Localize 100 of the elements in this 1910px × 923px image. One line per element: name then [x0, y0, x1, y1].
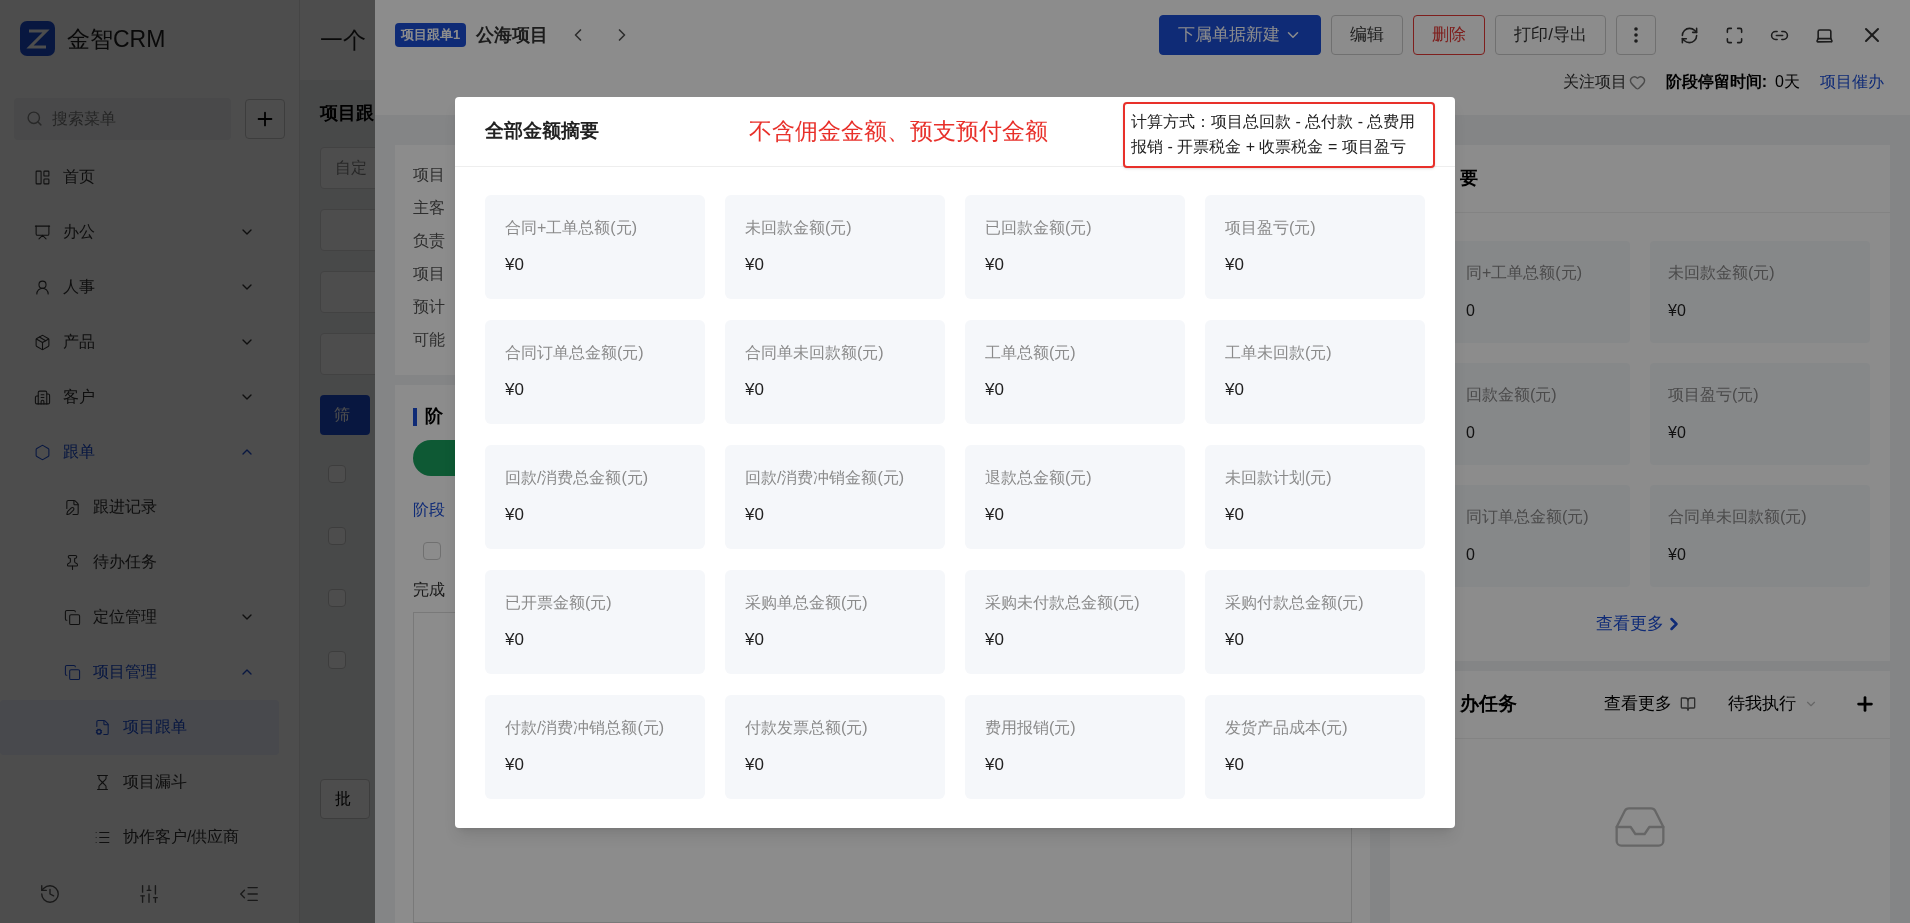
field-label: 主客 [413, 198, 445, 218]
amount-label: 同订单总金额(元) [1466, 507, 1590, 527]
action-button[interactable]: 打印/导出 [1495, 15, 1606, 55]
action-button[interactable]: 删除 [1413, 15, 1486, 55]
document-pen-icon [64, 498, 81, 516]
amount-label: 合同+工单总额(元) [505, 218, 638, 239]
building-icon [34, 388, 51, 406]
amount-value: ¥0 [745, 754, 765, 777]
field-label: 项目 [413, 264, 445, 284]
sidebar-item[interactable]: 办公 [0, 204, 279, 260]
amount-value: ¥0 [745, 254, 765, 277]
logo-text: 金智CRM [67, 24, 166, 54]
pin-icon [64, 553, 81, 571]
amount-value: ¥0 [1668, 301, 1687, 321]
sidebar-item[interactable]: 客户 [0, 369, 279, 425]
amount-label: 项目盈亏(元) [1225, 218, 1317, 239]
amount-value: ¥0 [1225, 254, 1245, 277]
more-icon [1634, 27, 1638, 43]
amount-label: 合同单未回款额(元) [745, 343, 885, 364]
sidebar-item[interactable]: 产品 [0, 314, 279, 370]
field-label: 项目 [413, 165, 445, 185]
dialog-title: 全部金额摘要 [485, 119, 599, 144]
amount-value: ¥0 [505, 504, 525, 527]
amount-value: ¥0 [985, 254, 1005, 277]
amount-value: 0 [1466, 301, 1476, 321]
amount-label: 回款/消费冲销金额(元) [745, 468, 906, 489]
action-button[interactable]: 编辑 [1331, 15, 1404, 55]
amount-label: 发货产品成本(元) [1225, 718, 1349, 739]
view-more-link[interactable]: 查看更多 [1596, 611, 1664, 637]
amount-value: ¥0 [745, 379, 765, 402]
follow-link[interactable]: 关注项目 [1562, 70, 1627, 94]
box-icon [34, 333, 51, 351]
amount-value: 0 [1466, 423, 1476, 443]
amount-label: 费用报销(元) [985, 718, 1077, 739]
fullscreen-icon[interactable] [1725, 25, 1744, 45]
stack-icon [64, 663, 81, 681]
task-filter[interactable]: 待我执行 [1728, 691, 1796, 717]
panel-icon [34, 168, 51, 186]
amount-label: 采购单总金额(元) [745, 593, 869, 614]
stay-time-label: 阶段停留时间: [1665, 72, 1768, 92]
formula-tooltip: 计算方式：项目总回款 - 总付款 - 总费用报销 - 开票税金 + 收票税金 = 项目盈亏 [1123, 102, 1435, 168]
hourglass-icon [94, 773, 111, 791]
book-icon [1680, 696, 1696, 712]
amount-value: ¥0 [985, 629, 1005, 652]
record-tag: 项目跟单1 [395, 23, 467, 47]
amount-label: 回款/消费总金额(元) [505, 468, 650, 489]
stage-heading: 阶 [425, 405, 443, 428]
amount-value: ¥0 [1668, 545, 1687, 565]
amount-value: 0 [1466, 545, 1476, 565]
amount-label: 已开票金额(元) [505, 593, 613, 614]
amount-label: 回款金额(元) [1466, 385, 1558, 405]
person-icon [34, 278, 51, 296]
amount-value: ¥0 [1668, 423, 1687, 443]
field-label: 预计 [413, 297, 445, 317]
amount-label: 同+工单总额(元) [1466, 263, 1583, 283]
add-task-icon[interactable] [1854, 693, 1876, 715]
amount-value: ¥0 [505, 254, 525, 277]
amount-value: ¥0 [505, 754, 525, 777]
sidebar-item[interactable]: 首页 [0, 149, 279, 205]
sidebar-item[interactable]: 协作客户/供应商 [0, 809, 279, 865]
sidebar-item[interactable]: 跟进记录 [0, 479, 279, 535]
amount-label: 未回款金额(元) [1668, 263, 1776, 283]
amount-value: ¥0 [1225, 629, 1245, 652]
sidebar-item[interactable]: 定位管理 [0, 589, 279, 645]
add-button[interactable] [245, 98, 285, 139]
stay-time-value: 0天 [1775, 72, 1800, 92]
amount-label: 合同单未回款额(元) [1668, 507, 1808, 527]
more-button[interactable] [1616, 15, 1656, 55]
amount-value: ¥0 [1225, 504, 1245, 527]
history-icon[interactable] [38, 882, 61, 905]
amount-value: ¥0 [745, 629, 765, 652]
page-subtitle: 项目跟 [320, 102, 374, 125]
amount-value: ¥0 [985, 754, 1005, 777]
view-more-link[interactable]: 查看更多 [1604, 691, 1672, 717]
amount-value: ¥0 [745, 504, 765, 527]
batch-button[interactable]: 批 [320, 779, 370, 819]
sidebar-item[interactable]: 跟单 [0, 424, 279, 480]
amount-label: 工单总额(元) [985, 343, 1077, 364]
field-label: 可能 [413, 330, 445, 350]
amount-label: 付款发票总额(元) [745, 718, 869, 739]
stack-icon [64, 608, 81, 626]
amount-value: ¥0 [505, 629, 525, 652]
checkbox[interactable] [423, 542, 441, 560]
filter-button[interactable]: 筛 [320, 395, 370, 435]
field-label: 负责 [413, 231, 445, 251]
sidebar-item[interactable]: 待办任务 [0, 534, 279, 590]
urge-link[interactable]: 项目催办 [1820, 70, 1884, 94]
sidebar-item[interactable]: 人事 [0, 259, 279, 315]
sliders-icon[interactable] [138, 882, 161, 905]
action-button[interactable]: 下属单据新建 [1159, 15, 1322, 55]
refresh-icon[interactable] [1680, 25, 1699, 45]
amount-value: ¥0 [505, 379, 525, 402]
amount-label: 采购未付款总金额(元) [985, 593, 1141, 614]
tasks-heading: 办任务 [1460, 691, 1518, 716]
amount-value: ¥0 [985, 504, 1005, 527]
heart-icon[interactable] [1628, 73, 1646, 91]
search-icon [26, 109, 43, 127]
sidebar-item[interactable]: 项目管理 [0, 644, 279, 700]
drawer-title: 公海项目 [476, 23, 549, 47]
amount-label: 已回款金额(元) [985, 218, 1093, 239]
